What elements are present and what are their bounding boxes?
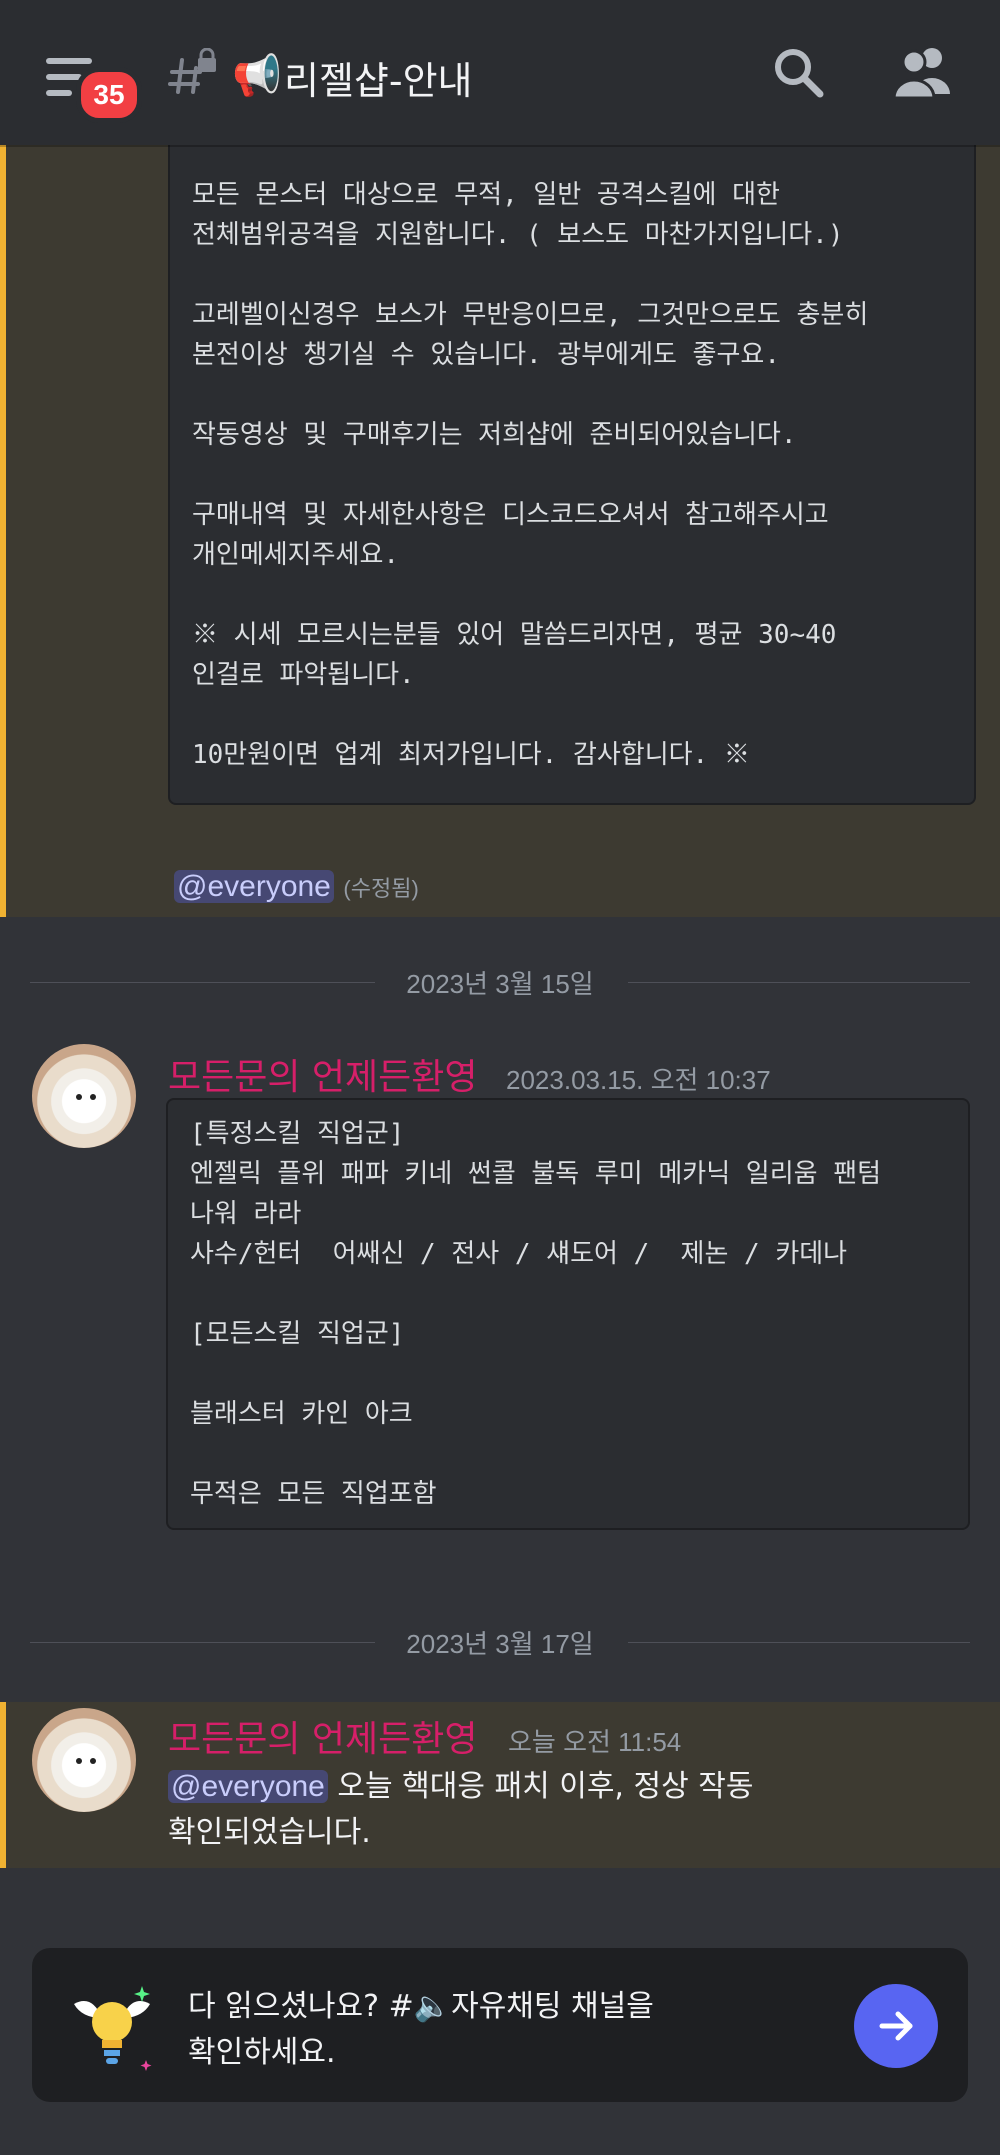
message-codeblock: [특정스킬 직업군] 엔젤릭 플위 패파 키네 썬콜 불독 루미 메카닉 일리움… [166,1098,970,1530]
avatar[interactable] [32,1044,136,1148]
speaker-icon: 🔈 [413,1989,452,2024]
author-name[interactable]: 모든문의 언제든환영 [168,1710,478,1762]
date-divider: 2023년 3월 17일 [30,1622,970,1662]
arrow-right-icon [879,2011,913,2041]
mention-message[interactable]: 모든문의 언제든환영 오늘 오전 11:54 @everyone 오늘 핵대응 … [0,1702,1000,1868]
message-timestamp: 오늘 오전 11:54 [508,1727,682,1757]
menu-button[interactable]: 35 [46,52,142,123]
go-to-channel-button[interactable] [854,1984,938,2068]
members-icon[interactable] [892,44,956,100]
avatar[interactable] [32,1708,136,1812]
edited-label: (수정됨) [343,876,419,901]
author-name[interactable]: 모든문의 언제든환영 [168,1048,478,1100]
search-icon[interactable] [770,44,826,100]
unread-badge: 35 [76,67,142,123]
message-timestamp: 2023.03.15. 오전 10:37 [506,1065,771,1095]
channel-header: 35 📢 리젤샵-안내 [0,0,1000,145]
locked-hash-icon [168,48,216,94]
megaphone-icon: 📢 [232,53,282,99]
announcement-footer: @everyone (수정됨) [174,865,419,911]
message-content: @everyone 오늘 핵대응 패치 이후, 정상 작동 확인되었습니다. [168,1769,754,1850]
date-divider-label: 2023년 3월 15일 [386,969,614,999]
channel-link[interactable]: 자유채팅 채널을 [451,1989,654,2024]
prompt-text: 다 읽으셨나요? #🔈자유채팅 채널을 확인하세요. [188,1989,654,2070]
everyone-mention[interactable]: @everyone [168,1770,328,1803]
announcement-message[interactable]: 모든 몬스터 대상으로 무적, 일반 공격스킬에 대한 전체범위공격을 지원합니… [0,125,1000,917]
read-all-prompt[interactable]: 다 읽으셨나요? #🔈자유채팅 채널을 확인하세요. [32,1948,968,2102]
channel-title[interactable]: 리젤샵-안내 [284,50,473,105]
winged-lightbulb-icon [74,1986,152,2071]
date-divider: 2023년 3월 15일 [30,962,970,1002]
date-divider-label: 2023년 3월 17일 [386,1629,614,1659]
everyone-mention[interactable]: @everyone [174,870,334,903]
menu-icon [46,58,92,64]
announcement-codeblock: 모든 몬스터 대상으로 무적, 일반 공격스킬에 대한 전체범위공격을 지원합니… [168,125,976,805]
